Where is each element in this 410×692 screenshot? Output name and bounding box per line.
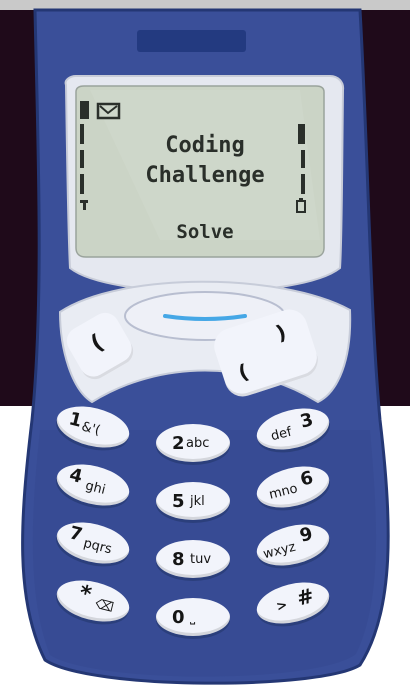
key-2-number: 2 xyxy=(172,433,185,454)
backspace-icon: ⌫ xyxy=(93,596,115,616)
key-9-letters: wxyz xyxy=(261,539,298,563)
key-8-number: 8 xyxy=(172,549,185,570)
key-7-number: 7 xyxy=(67,522,85,546)
key-4-letters: ghi xyxy=(83,478,107,498)
key-hash-arrow: > xyxy=(274,597,290,615)
key-0-number: 0 xyxy=(172,607,185,628)
key-0[interactable]: 0 ⎵ xyxy=(156,598,230,636)
key-1-letters: &'( xyxy=(79,419,102,439)
screen-title-line2: Challenge xyxy=(145,163,265,188)
right-soft-key-glyph-lower: ( xyxy=(235,359,252,385)
key-3-letters: def xyxy=(269,424,294,445)
key-9-number: 9 xyxy=(297,523,315,547)
key-8-letters: tuv xyxy=(190,552,212,567)
key-5[interactable]: 5 jkl xyxy=(156,482,230,520)
key-7-letters: pqrs xyxy=(81,535,114,558)
key-5-letters: jkl xyxy=(190,494,205,509)
earpiece xyxy=(137,30,246,52)
key-8[interactable]: 8 tuv xyxy=(156,540,230,578)
right-soft-key-glyph-upper: ) xyxy=(272,319,289,346)
screen-title-line1: Coding xyxy=(165,133,245,158)
key-4-number: 4 xyxy=(67,464,85,488)
key-6-letters: mno xyxy=(267,481,300,503)
key-star-symbol: * xyxy=(76,580,94,608)
softkey-label-solve[interactable]: Solve xyxy=(110,220,300,244)
key-2-letters: abc xyxy=(186,436,210,451)
key-5-number: 5 xyxy=(172,491,185,512)
space-icon: ⎵ xyxy=(190,610,196,625)
left-soft-key-glyph: ( xyxy=(86,330,109,357)
key-6-number: 6 xyxy=(298,467,316,491)
key-3-number: 3 xyxy=(298,409,316,433)
key-hash-symbol: # xyxy=(294,583,317,611)
key-2[interactable]: 2 abc xyxy=(156,424,230,462)
